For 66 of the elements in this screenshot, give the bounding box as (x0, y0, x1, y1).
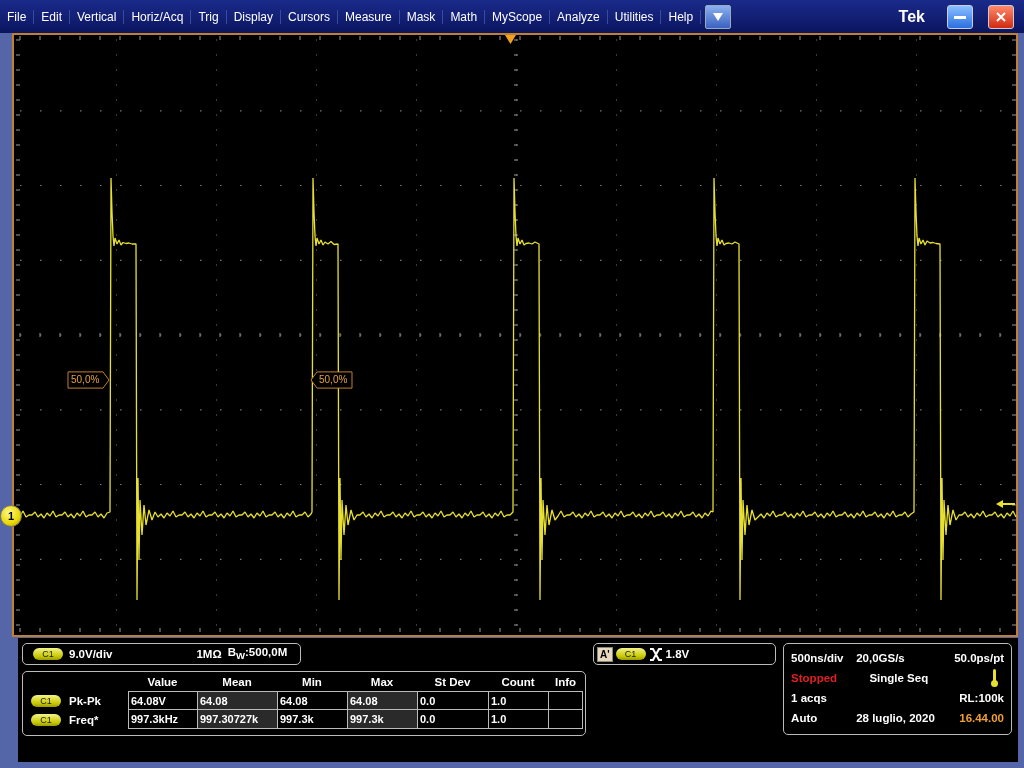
table-cell: 997.3k (347, 710, 417, 729)
table-cell: 0.0 (417, 710, 488, 729)
menu-item[interactable]: Mask (399, 9, 444, 24)
trigger-position-icon[interactable] (505, 35, 516, 44)
sample-rate: 20,0GS/s (856, 652, 906, 664)
triangle-down-icon (713, 12, 724, 21)
menu-item[interactable]: Math (443, 9, 486, 24)
acquisition-state: Stopped (791, 672, 839, 684)
cursor-label: 50,0% (310, 371, 353, 389)
column-header: St Dev (433, 675, 472, 688)
trigger-level-icon[interactable] (996, 500, 1015, 508)
trigger-slope-icon (648, 647, 663, 661)
date: 28 luglio, 2020 (856, 712, 936, 724)
table-cell (548, 710, 583, 729)
cursor-label: 50,0% (67, 371, 110, 389)
resolution: 50.0ps/pt (953, 652, 1004, 664)
column-header: Value (146, 675, 179, 688)
menu-item[interactable]: MyScope (485, 9, 551, 24)
time: 16.44.00 (958, 712, 1004, 724)
menu-item[interactable]: Cursors (281, 9, 338, 24)
table-cell: 1.0 (488, 710, 548, 729)
table-cell: 1.0 (488, 691, 548, 710)
table-cell (548, 691, 583, 710)
menu-item[interactable]: Horiz/Acq (124, 9, 192, 24)
thermometer-icon (991, 669, 998, 687)
channel-marker[interactable]: 1 (0, 505, 22, 527)
menu-item[interactable]: Trig (191, 9, 227, 24)
table-cell: 64.08 (347, 691, 417, 710)
table-cell: 0.0 (417, 691, 488, 710)
channel-badge: C1 (31, 694, 61, 707)
menu-item[interactable]: Vertical (70, 9, 125, 24)
brand-logo: Tek (898, 7, 925, 26)
channel-badge: C1 (31, 713, 61, 726)
column-header: Min (301, 675, 323, 688)
menu-item[interactable]: Help (661, 9, 702, 24)
column-header: Count (500, 675, 536, 688)
timebase: 500ns/div (791, 652, 845, 664)
menu-item[interactable]: Display (226, 9, 281, 24)
minimize-icon (954, 14, 966, 19)
menu-item[interactable]: Utilities (607, 9, 662, 24)
acquisition-count: 1 acqs (791, 692, 828, 704)
impedance: 1MΩ (196, 648, 222, 660)
dropdown-button[interactable] (705, 4, 732, 29)
column-header: Info (553, 675, 578, 688)
menu-item[interactable]: Measure (338, 9, 400, 24)
measurement-name: Freq* (69, 713, 99, 726)
bandwidth: B$_{W}$:500,0M (227, 646, 288, 662)
menu-item[interactable]: Analyze (550, 9, 608, 24)
source-badge: A' (597, 646, 613, 662)
close-icon (996, 11, 1006, 22)
menu-item[interactable]: Edit (34, 9, 71, 24)
column-header: Mean (221, 675, 253, 688)
volts-per-div: 9.0V/div (69, 648, 113, 660)
trigger-mode: Auto (791, 712, 819, 724)
acquisition-mode: Single Seq (868, 672, 930, 684)
trigger-level: 1.8V (665, 648, 690, 660)
measurement-name: Pk-Pk (69, 694, 101, 707)
record-length: RL:100k (958, 692, 1004, 704)
menu-item[interactable]: File (0, 9, 35, 24)
column-header: Max (369, 675, 395, 688)
channel-badge: C1 (33, 648, 63, 660)
table-cell: 64.08 (197, 691, 277, 710)
channel-badge: C1 (615, 648, 646, 660)
close-button[interactable] (988, 4, 1014, 29)
minimize-button[interactable] (947, 4, 973, 29)
table-cell: 997.30727k (197, 710, 277, 729)
